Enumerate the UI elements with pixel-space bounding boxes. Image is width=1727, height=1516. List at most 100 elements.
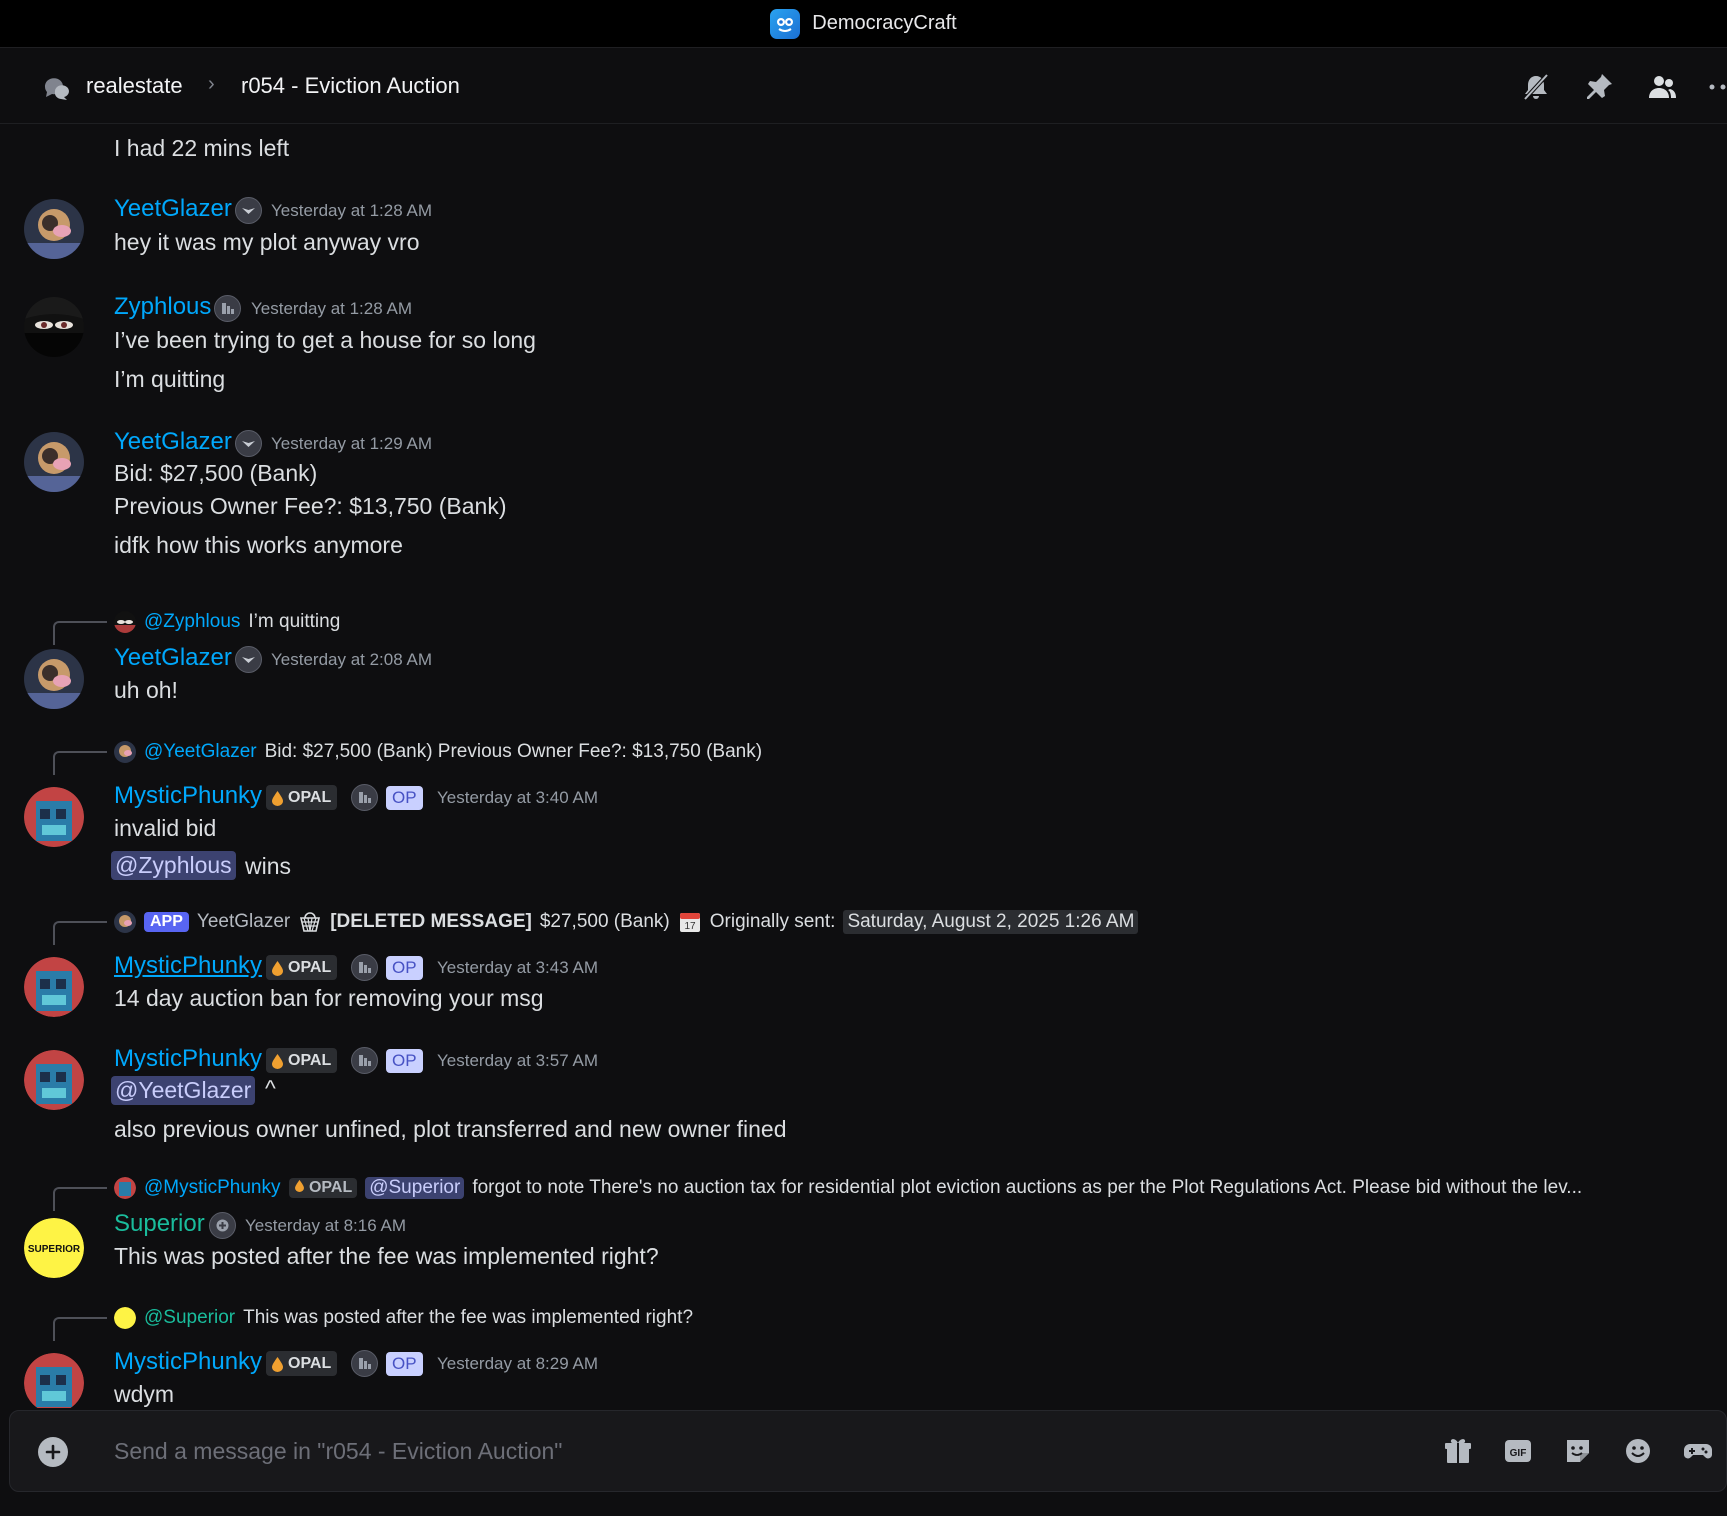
op-tag: OP — [386, 786, 423, 810]
reply-preview[interactable]: @Zyphlous I’m quitting — [114, 609, 340, 635]
guild-tag-icon — [209, 1212, 236, 1239]
role-tag-label: OPAL — [288, 958, 332, 976]
reply-preview[interactable]: @YeetGlazer Bid: $27,500 (Bank) Previous… — [114, 739, 762, 765]
reply-mention[interactable]: @Zyphlous — [144, 611, 240, 633]
timestamp[interactable]: Yesterday at 3:43 AM — [437, 958, 598, 978]
message-text: 14 day auction ban for removing your msg — [114, 985, 544, 1011]
username[interactable]: Superior — [114, 1210, 205, 1238]
timestamp[interactable]: Yesterday at 8:29 AM — [437, 1354, 598, 1374]
username[interactable]: YeetGlazer — [114, 644, 232, 672]
message-text: wins — [245, 853, 292, 879]
reply-avatar — [114, 611, 136, 633]
reply-author[interactable]: YeetGlazer — [197, 911, 290, 933]
message-text: invalid bid — [114, 815, 217, 841]
role-tag: OPAL — [266, 785, 338, 810]
message-text: I had 22 mins left — [114, 135, 290, 161]
breadcrumb-parent-channel[interactable]: realestate — [86, 73, 183, 99]
mute-bell-icon[interactable] — [1520, 71, 1552, 103]
svg-text:17: 17 — [684, 921, 696, 932]
members-icon[interactable] — [1646, 71, 1678, 103]
reply-text: forgot to note There's no auction tax fo… — [472, 1177, 1583, 1198]
opal-icon — [272, 790, 283, 806]
avatar[interactable] — [24, 199, 84, 259]
reply-role-label: OPAL — [308, 1179, 353, 1196]
message-list[interactable]: I had 22 mins left YeetGlazer Yesterday … — [0, 125, 1727, 1408]
username[interactable]: MysticPhunky — [114, 1348, 262, 1376]
reply-spine — [53, 751, 107, 775]
user-mention[interactable]: @YeetGlazer — [111, 1076, 256, 1105]
avatar[interactable] — [24, 787, 84, 847]
avatar[interactable] — [24, 957, 84, 1017]
reply-role-tag: OPAL — [288, 1178, 358, 1198]
timestamp[interactable]: Yesterday at 1:29 AM — [271, 434, 432, 454]
svg-text:GIF: GIF — [1510, 1448, 1527, 1459]
timestamp[interactable]: Yesterday at 1:28 AM — [251, 299, 412, 319]
role-tag-label: OPAL — [288, 1354, 332, 1372]
avatar[interactable] — [24, 432, 84, 492]
forum-icon[interactable] — [40, 73, 70, 103]
username[interactable]: MysticPhunky — [114, 782, 262, 810]
message-text: hey it was my plot anyway vro — [114, 229, 420, 255]
opal-icon — [272, 1053, 283, 1069]
username[interactable]: MysticPhunky — [114, 1045, 262, 1073]
timestamp[interactable]: Yesterday at 1:28 AM — [271, 201, 432, 221]
gift-icon[interactable] — [1442, 1435, 1474, 1467]
apps-icon[interactable] — [1682, 1435, 1714, 1467]
message-input[interactable]: Send a message in "r054 - Eviction Aucti… — [114, 1438, 562, 1465]
emoji-icon[interactable] — [1622, 1435, 1654, 1467]
username[interactable]: MysticPhunky — [114, 952, 262, 980]
app-logo-icon — [770, 8, 801, 39]
timestamp[interactable]: Yesterday at 3:40 AM — [437, 788, 598, 808]
username[interactable]: Zyphlous — [114, 293, 211, 321]
avatar[interactable]: SUPERIOR — [24, 1218, 84, 1278]
guild-tag-icon — [214, 295, 241, 322]
app-tag: APP — [144, 912, 189, 932]
timestamp[interactable]: Yesterday at 3:57 AM — [437, 1051, 598, 1071]
reply-preview[interactable]: @Superior This was posted after the fee … — [114, 1305, 693, 1331]
calendar-icon: 17 — [679, 913, 700, 932]
reply-mention[interactable]: @Superior — [144, 1307, 235, 1329]
reply-text: Bid: $27,500 (Bank) Previous Owner Fee?:… — [264, 741, 763, 762]
pin-icon[interactable] — [1583, 71, 1615, 103]
message-text: idfk how this works anymore — [114, 532, 403, 558]
op-tag: OP — [386, 956, 423, 980]
message-text: Bid: $27,500 (Bank) — [114, 460, 318, 486]
gif-icon[interactable]: GIF — [1502, 1435, 1534, 1467]
avatar[interactable] — [24, 1353, 84, 1408]
reply-spine — [53, 921, 107, 945]
opal-icon — [272, 960, 283, 976]
reply-preview[interactable]: APP YeetGlazer [DELETED MESSAGE] $27,500… — [114, 909, 1139, 935]
sticker-icon[interactable] — [1562, 1435, 1594, 1467]
message-composer[interactable]: Send a message in "r054 - Eviction Aucti… — [9, 1410, 1727, 1492]
add-icon[interactable] — [38, 1437, 68, 1467]
reply-avatar — [114, 1177, 136, 1199]
original-date-label: Originally sent: — [709, 911, 836, 932]
reply-text: This was posted after the fee was implem… — [243, 1307, 694, 1328]
username[interactable]: YeetGlazer — [114, 428, 232, 456]
reply-inner-mention[interactable]: @Superior — [365, 1177, 465, 1199]
more-icon[interactable] — [1705, 71, 1727, 103]
message-text: Previous Owner Fee?: $13,750 (Bank) — [114, 493, 507, 519]
message-text: I’ve been trying to get a house for so l… — [114, 327, 536, 353]
reply-mention[interactable]: @MysticPhunky — [144, 1177, 281, 1199]
guild-tag-icon — [235, 646, 262, 673]
thread-title: r054 - Eviction Auction — [241, 73, 460, 98]
opal-icon — [294, 1179, 304, 1192]
guild-tag-icon — [235, 197, 262, 224]
avatar[interactable] — [24, 649, 84, 709]
reply-preview[interactable]: @MysticPhunky OPAL @Superior forgot to n… — [114, 1175, 1582, 1201]
window-titlebar: DemocracyCraft — [0, 0, 1727, 48]
user-mention[interactable]: @Zyphlous — [111, 851, 236, 880]
avatar[interactable] — [24, 1050, 84, 1110]
avatar[interactable] — [24, 297, 84, 357]
message-text: uh oh! — [114, 677, 178, 703]
timestamp[interactable]: Yesterday at 2:08 AM — [271, 650, 432, 670]
opal-icon — [272, 1356, 283, 1372]
reply-spine — [53, 1187, 107, 1211]
reply-amount: $27,500 (Bank) — [539, 911, 670, 932]
reply-mention[interactable]: @YeetGlazer — [144, 741, 257, 763]
username[interactable]: YeetGlazer — [114, 195, 232, 223]
message-text: I’m quitting — [114, 366, 226, 392]
guild-tag-icon — [351, 784, 378, 811]
timestamp[interactable]: Yesterday at 8:16 AM — [245, 1216, 406, 1236]
